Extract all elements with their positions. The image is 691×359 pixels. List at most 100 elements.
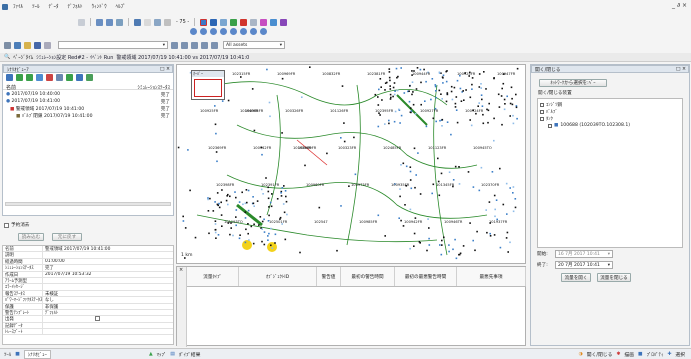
- symbol-4-icon[interactable]: [220, 28, 227, 35]
- list-item[interactable]: ﾀﾝｸ: [540, 115, 680, 122]
- chart-icon[interactable]: [201, 41, 208, 49]
- list-item[interactable]: ｺﾝｼﾞﾂ鋼: [540, 101, 680, 108]
- network-map[interactable]: 100949FR100945FR100949FR100973FR100942FR…: [176, 64, 526, 264]
- select-tab[interactable]: 選択: [675, 351, 685, 358]
- menu-file[interactable]: ﾌｧｲﾙ: [13, 3, 23, 10]
- move-icon[interactable]: [56, 74, 63, 81]
- horizontal-scrollbar[interactable]: [5, 202, 171, 206]
- globe-icon[interactable]: [134, 18, 141, 26]
- menu-help[interactable]: ﾍﾙﾌﾟ: [116, 3, 126, 10]
- copy-icon[interactable]: [36, 74, 43, 81]
- checkbox[interactable]: [540, 116, 544, 121]
- col-first-warning[interactable]: 最初の警告時間: [341, 267, 395, 286]
- close-flow-button[interactable]: 流量を閉じる: [597, 273, 631, 282]
- menu-window[interactable]: ｳｨﾝﾄﾞｳ: [92, 3, 107, 10]
- open-close-tab[interactable]: 開く/閉じる: [587, 351, 613, 358]
- results-side-tab[interactable]: ×: [177, 267, 187, 347]
- checkbox[interactable]: [95, 316, 100, 322]
- grid-icon[interactable]: [14, 41, 21, 49]
- tree-item[interactable]: ■ 警戒領域 2017/07/19 10:41:00 完了: [6, 105, 170, 112]
- zoom-window-icon[interactable]: [116, 18, 123, 26]
- alert-icon[interactable]: [280, 18, 288, 26]
- end-datetime[interactable]: 20 7月 2017 10:41 ▾: [555, 261, 613, 269]
- close-icon[interactable]: □ ×: [676, 67, 686, 72]
- path-compare[interactable]: 警戒領域 2017/07/19 10:41:00 vs 2017/07/19 1…: [116, 54, 249, 61]
- zoom-level[interactable]: - 75 -: [176, 19, 189, 25]
- report-icon[interactable]: [211, 41, 218, 49]
- col-worst-priority[interactable]: 最悪先事項: [457, 267, 526, 286]
- tree-item[interactable]: ● 2017/07/19 10:40:00 完了: [6, 91, 170, 98]
- select-area-icon[interactable]: [200, 18, 208, 26]
- edit-icon[interactable]: [44, 41, 51, 49]
- checkbox[interactable]: [548, 123, 552, 128]
- run-icon[interactable]: [26, 74, 33, 81]
- key-icon[interactable]: [24, 41, 31, 49]
- open-flow-button[interactable]: 流量を開く: [561, 273, 591, 282]
- symbol-2-icon[interactable]: [200, 28, 207, 35]
- menu-default[interactable]: ﾃﾞﾌｫﾙﾄ: [68, 3, 83, 10]
- close-icon[interactable]: □ ×: [160, 67, 170, 72]
- list-item[interactable]: ﾊﾞﾙﾌﾞ: [540, 108, 680, 115]
- col-object-id[interactable]: ｵﾌﾞｼﾞｪｸﾄID: [239, 267, 317, 286]
- table-icon[interactable]: [171, 41, 178, 49]
- map-tab[interactable]: ﾏｯﾌﾟ: [157, 351, 167, 358]
- trace-icon[interactable]: [210, 18, 218, 26]
- path-source[interactable]: ｼﾐｭﾚｰｼｮﾝ設定 Red#2 - ｲﾍﾞﾝﾄ Run: [36, 54, 113, 61]
- play-icon[interactable]: [6, 74, 13, 81]
- export-icon[interactable]: [86, 74, 93, 81]
- overview-window[interactable]: ｵｰﾊﾞｰ: [191, 70, 225, 100]
- checkbox[interactable]: [540, 109, 544, 114]
- tools-tab[interactable]: ﾂｰﾙ: [4, 351, 11, 358]
- checkbox[interactable]: [4, 222, 9, 228]
- list-icon[interactable]: [191, 41, 198, 49]
- reserve-delete[interactable]: 予約消去: [4, 222, 29, 228]
- window-controls[interactable]: _ ∂ ×: [672, 2, 687, 9]
- symbol-5-icon[interactable]: [230, 28, 237, 35]
- tree-item[interactable]: ● 2017/07/19 10:41:00 完了: [6, 98, 170, 105]
- combo-empty[interactable]: ▾: [58, 41, 168, 49]
- symbol-6-icon[interactable]: [240, 28, 247, 35]
- symbol-8-icon[interactable]: [260, 28, 267, 35]
- zoom-out-icon[interactable]: [106, 18, 113, 26]
- col-warning-value[interactable]: 警告値: [317, 267, 341, 286]
- list-item[interactable]: ■ 100688 (102039TO.102308.1): [540, 122, 680, 129]
- layer-icon[interactable]: [250, 18, 258, 26]
- add-icon[interactable]: [16, 74, 23, 81]
- map-canvas[interactable]: 100949FR100945FR100949FR100973FR100942FR…: [177, 65, 526, 264]
- scenario-view-tab[interactable]: ｼﾅﾘｵﾋﾞｭｰ: [23, 349, 51, 359]
- select-from-network-button[interactable]: ﾈｯﾄﾜｰｸから選択を:ﾍﾞｰ: [539, 79, 607, 87]
- delete-icon[interactable]: [46, 74, 53, 81]
- connect-icon[interactable]: [220, 18, 228, 26]
- network-icon[interactable]: [4, 41, 11, 49]
- measure-icon[interactable]: [154, 18, 161, 26]
- col-flow-type[interactable]: 流量ﾀｲﾌﾟ: [187, 267, 239, 286]
- checkbox[interactable]: [540, 102, 544, 107]
- layer-select[interactable]: All assets ▾: [223, 41, 285, 49]
- zoom-in-icon[interactable]: [96, 18, 103, 26]
- property-tab[interactable]: ﾌﾟﾛﾊﾟﾃｨ: [647, 351, 664, 358]
- pan-icon[interactable]: [144, 18, 151, 26]
- paste-icon[interactable]: [78, 18, 85, 26]
- grid-view-icon[interactable]: [76, 74, 83, 81]
- grid2-icon[interactable]: [181, 41, 188, 49]
- revert-button[interactable]: 元に戻す: [52, 233, 82, 241]
- overview-extent[interactable]: [194, 79, 222, 97]
- route-icon[interactable]: [230, 18, 238, 26]
- symbol-1-icon[interactable]: [190, 28, 197, 35]
- symbol-7-icon[interactable]: [250, 28, 257, 35]
- col-first-worst-warning[interactable]: 最初の最悪警告時間: [395, 267, 457, 286]
- flag-icon[interactable]: [260, 18, 268, 26]
- filter-icon[interactable]: [270, 18, 278, 26]
- shutdown-icon[interactable]: [240, 18, 248, 26]
- save-icon[interactable]: [34, 41, 41, 49]
- select-icon[interactable]: [164, 18, 171, 26]
- start-datetime[interactable]: 16 7月 2017 10:41 ▾: [555, 250, 613, 258]
- results-tab[interactable]: ﾎﾟｲﾌﾟ結果: [179, 351, 201, 358]
- symbol-3-icon[interactable]: [210, 28, 217, 35]
- check-icon[interactable]: [66, 74, 73, 81]
- menu-data[interactable]: ﾃﾞｰﾀ: [49, 3, 59, 10]
- close-icon[interactable]: ×: [177, 267, 183, 273]
- tree-item[interactable]: ■ ﾊﾞﾙﾌﾞ閉鎖 2017/07/19 10:41:00 完了: [6, 112, 170, 119]
- draw-tab[interactable]: 描画: [624, 351, 634, 358]
- menu-tools[interactable]: ﾂｰﾙ: [32, 3, 40, 10]
